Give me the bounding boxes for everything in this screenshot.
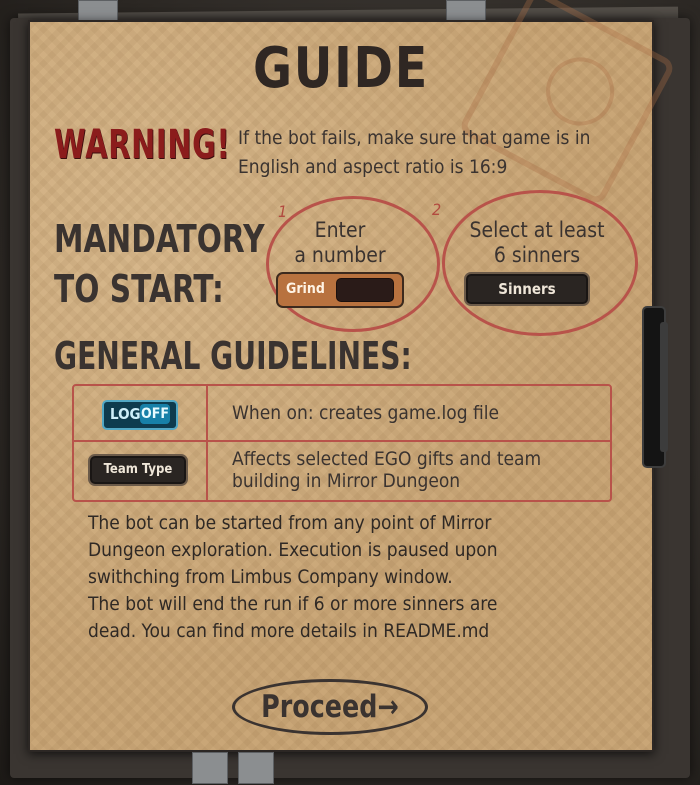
proceed-label: Proceed→ (261, 689, 399, 725)
grind-label: Grind (286, 281, 325, 297)
guidelines-table: LOG OFF When on: creates game.log file T… (72, 384, 612, 502)
mandatory-heading: MANDATORY TO START: (54, 214, 265, 314)
mandatory-heading-line1: MANDATORY (54, 217, 265, 261)
log-toggle-label: LOG (110, 405, 141, 423)
proceed-button[interactable]: Proceed→ (232, 679, 428, 735)
step1-line2: a number (294, 243, 386, 267)
grind-number-input[interactable] (336, 278, 394, 302)
warning-text: If the bot fails, make sure that game is… (238, 127, 591, 178)
bottom-tab-right (238, 752, 274, 784)
grind-input-group[interactable]: Grind (276, 272, 404, 308)
step2-number: 2 (432, 200, 442, 219)
info-line5: dead. You can find more details in READM… (88, 620, 490, 642)
log-toggle[interactable]: LOG OFF (102, 400, 178, 430)
info-line3: swithching from Limbus Company window. (88, 566, 453, 588)
log-toggle-state: OFF (140, 404, 170, 424)
guide-paper: GUIDE WARNING! If the bot fails, make su… (28, 0, 677, 752)
sinners-button[interactable]: Sinners (464, 272, 590, 306)
step2-line2: 6 sinners (493, 243, 581, 267)
step1-line1: Enter (314, 218, 366, 242)
guidelines-heading: GENERAL GUIDELINES: (54, 334, 412, 378)
info-paragraph: The bot can be started from any point of… (88, 510, 618, 645)
info-line1: The bot can be started from any point of… (88, 512, 492, 534)
step2-line1: Select at least (469, 218, 605, 242)
warning-label: WARNING! (54, 122, 231, 168)
info-line2: Dungeon exploration. Execution is paused… (88, 539, 498, 561)
folder-clip (632, 306, 672, 468)
info-line4: The bot will end the run if 6 or more si… (88, 593, 498, 615)
team-type-button[interactable]: Team Type (88, 454, 188, 486)
table-divider-v (206, 386, 208, 500)
step2-instruction: Select at least 6 sinners (442, 218, 632, 268)
table-divider-h (74, 440, 610, 442)
page-title: GUIDE (253, 36, 429, 101)
log-description: When on: creates game.log file (232, 402, 500, 424)
team-type-line1: Affects selected EGO gifts and team (232, 448, 542, 470)
bottom-tab-left (192, 752, 228, 784)
team-type-line2: building in Mirror Dungeon (232, 470, 461, 492)
step1-instruction: Enter a number (280, 218, 400, 268)
mandatory-heading-line2: TO START: (54, 267, 224, 311)
team-type-description: Affects selected EGO gifts and team buil… (232, 448, 541, 492)
